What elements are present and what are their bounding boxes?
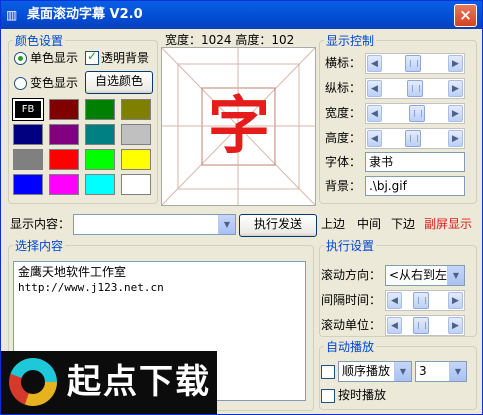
height-label: 高度： [325,131,362,145]
font-label: 字体： [325,155,362,169]
color-swatch[interactable] [85,99,115,120]
color-swatch[interactable] [13,149,43,170]
slider-thumb[interactable] [405,130,421,147]
single-color-label: 单色显示 [30,51,79,65]
vertical-label: 纵标： [325,81,362,95]
scroll-unit-label: 滚动单位： [321,318,382,332]
horizontal-slider[interactable]: ◀ ▶ [365,53,465,74]
slider-left-arrow-icon[interactable]: ◀ [367,105,382,122]
color-swatch[interactable] [13,124,43,145]
color-swatch[interactable] [49,174,79,195]
color-swatch[interactable] [121,99,151,120]
top-edge-link[interactable]: 上边 [321,216,345,232]
slider-left-arrow-icon[interactable]: ◀ [387,292,402,309]
autoplay-title: 自动播放 [326,340,375,354]
slider-thumb[interactable] [413,292,429,309]
color-swatch[interactable] [121,174,151,195]
chevron-down-icon[interactable]: ▼ [394,362,411,381]
gradient-color-label: 变色显示 [30,76,79,90]
direction-label: 滚动方向： [321,268,382,282]
slider-right-arrow-icon[interactable]: ▶ [448,292,463,309]
content-line: http://www.j123.net.cn [18,281,164,294]
vertical-slider[interactable]: ◀ ▶ [365,78,465,99]
bottom-edge-link[interactable]: 下边 [391,216,415,232]
slider-left-arrow-icon[interactable]: ◀ [387,317,402,334]
film-icon: ▥ [6,8,18,22]
horizontal-label: 横标： [325,56,362,70]
play-order-value: 顺序播放 [342,364,391,378]
color-swatch[interactable] [13,174,43,195]
direction-dropdown[interactable]: <从右到左> ▼ [385,265,465,286]
select-content-title: 选择内容 [15,239,64,253]
width-label: 宽度： [325,106,362,120]
color-swatch[interactable] [121,149,151,170]
chevron-down-icon[interactable]: ▼ [218,215,235,234]
preview-size-label: 宽度：1024 高度：102 [165,33,295,47]
slider-thumb[interactable] [405,55,421,72]
chevron-down-icon[interactable]: ▼ [449,362,466,381]
close-button[interactable]: × [454,4,477,27]
logo-mark-icon [9,358,57,406]
chevron-down-icon[interactable]: ▼ [447,266,464,285]
background-field[interactable]: .\bj.gif [365,176,465,196]
sequential-play-checkbox[interactable] [321,365,335,379]
display-control-title: 显示控制 [326,34,375,48]
gradient-color-radio[interactable] [14,77,27,90]
color-swatch[interactable]: FB [12,98,44,121]
slider-thumb[interactable] [409,105,425,122]
slider-right-arrow-icon[interactable]: ▶ [448,130,463,147]
play-count-value: 3 [419,364,427,378]
middle-link[interactable]: 中间 [357,216,381,232]
color-swatch[interactable] [85,174,115,195]
single-color-radio[interactable] [14,52,27,65]
play-order-dropdown[interactable]: 顺序播放 ▼ [338,361,412,382]
color-swatch[interactable] [85,124,115,145]
slider-thumb[interactable] [413,317,429,334]
play-count-dropdown[interactable]: 3 ▼ [415,361,467,382]
timed-play-label: 按时播放 [338,388,387,402]
color-swatch[interactable] [49,124,79,145]
transparent-bg-label: 透明背景 [101,51,150,65]
interval-label: 间隔时间： [321,293,382,307]
display-content-dropdown[interactable]: ▼ [73,214,236,235]
slider-right-arrow-icon[interactable]: ▶ [448,80,463,97]
transparent-bg-checkbox[interactable] [85,49,99,65]
preview-area: 字 [161,47,316,206]
color-settings-title: 颜色设置 [15,34,64,48]
app-window: ▥ 桌面滚动字幕 V2.0 × 颜色设置 单色显示 透明背景 变色显示 自选颜色… [0,0,483,415]
execute-send-button[interactable]: 执行发送 [239,214,317,237]
slider-right-arrow-icon[interactable]: ▶ [448,105,463,122]
window-title: 桌面滚动字幕 V2.0 [27,7,143,22]
background-label: 背景： [325,179,362,193]
slider-thumb[interactable] [407,80,423,97]
display-content-label: 显示内容： [10,217,71,231]
custom-color-button[interactable]: 自选颜色 [85,71,153,94]
preview-character: 字 [207,89,270,162]
slider-left-arrow-icon[interactable]: ◀ [367,130,382,147]
width-slider[interactable]: ◀ ▶ [365,103,465,124]
color-swatch[interactable] [49,149,79,170]
slider-right-arrow-icon[interactable]: ▶ [448,55,463,72]
height-slider[interactable]: ◀ ▶ [365,128,465,149]
title-bar[interactable]: ▥ 桌面滚动字幕 V2.0 × [1,1,482,29]
timed-play-checkbox[interactable] [321,389,335,403]
color-swatch[interactable] [85,149,115,170]
watermark-logo: 起点下载 [1,351,217,414]
font-field[interactable]: 隶书 [365,152,465,172]
slider-left-arrow-icon[interactable]: ◀ [367,80,382,97]
content-line: 金鹰天地软件工作室 [18,265,127,279]
execute-settings-title: 执行设置 [326,239,375,253]
color-swatch[interactable] [121,124,151,145]
watermark-text: 起点下载 [67,362,211,402]
color-swatch[interactable] [49,99,79,120]
slider-right-arrow-icon[interactable]: ▶ [448,317,463,334]
interval-slider[interactable]: ◀ ▶ [385,290,465,311]
secondary-screen-link[interactable]: 副屏显示 [424,216,472,232]
scroll-unit-slider[interactable]: ◀ ▶ [385,315,465,336]
slider-left-arrow-icon[interactable]: ◀ [367,55,382,72]
